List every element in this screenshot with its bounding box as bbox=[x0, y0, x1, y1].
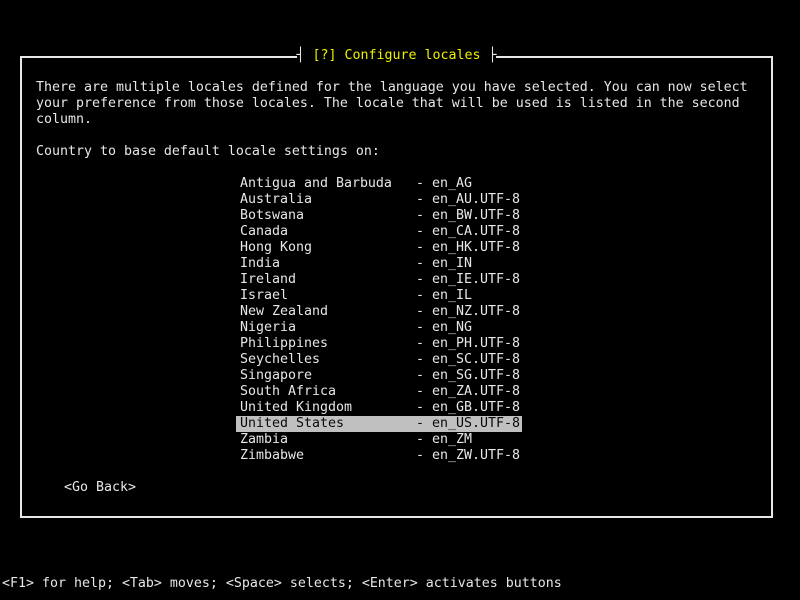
locale-code-label: en_ZM bbox=[432, 432, 472, 447]
locale-option[interactable]: Israel-en_IL bbox=[236, 288, 522, 304]
locale-code-label: en_IN bbox=[432, 256, 472, 271]
locale-separator: - bbox=[416, 192, 432, 208]
locale-separator: - bbox=[416, 240, 432, 256]
locale-separator: - bbox=[416, 352, 432, 368]
locale-option[interactable]: Ireland-en_IE.UTF-8 bbox=[236, 272, 522, 288]
locale-list: Antigua and Barbuda-en_AG Australia-en_A… bbox=[236, 176, 522, 464]
locale-code-label: en_HK.UTF-8 bbox=[432, 240, 520, 255]
locale-country-label: Singapore bbox=[240, 368, 416, 384]
locale-code-label: en_AU.UTF-8 bbox=[432, 192, 520, 207]
locale-code-label: en_IE.UTF-8 bbox=[432, 272, 520, 287]
configure-locales-dialog: ┤[?] Configure locales├ There are multip… bbox=[20, 56, 773, 518]
locale-separator: - bbox=[416, 288, 432, 304]
locale-code-label: en_US.UTF-8 bbox=[432, 416, 520, 431]
locale-code-label: en_IL bbox=[432, 288, 472, 303]
dialog-body-text-line-3: column. bbox=[36, 112, 92, 128]
terminal-screen: ┤[?] Configure locales├ There are multip… bbox=[0, 0, 800, 600]
locale-country-label: Nigeria bbox=[240, 320, 416, 336]
locale-separator: - bbox=[416, 336, 432, 352]
locale-option[interactable]: Seychelles-en_SC.UTF-8 bbox=[236, 352, 522, 368]
locale-prompt-label: Country to base default locale settings … bbox=[36, 144, 380, 160]
locale-country-label: Canada bbox=[240, 224, 416, 240]
locale-option[interactable]: Zimbabwe-en_ZW.UTF-8 bbox=[236, 448, 522, 464]
locale-code-label: en_CA.UTF-8 bbox=[432, 224, 520, 239]
locale-code-label: en_SC.UTF-8 bbox=[432, 352, 520, 367]
locale-code-label: en_NZ.UTF-8 bbox=[432, 304, 520, 319]
locale-separator: - bbox=[416, 176, 432, 192]
locale-separator: - bbox=[416, 448, 432, 464]
locale-country-label: Philippines bbox=[240, 336, 416, 352]
locale-country-label: Zambia bbox=[240, 432, 416, 448]
locale-code-label: en_SG.UTF-8 bbox=[432, 368, 520, 383]
dialog-title: ┤[?] Configure locales├ bbox=[297, 48, 497, 64]
locale-option[interactable]: Zambia-en_ZM bbox=[236, 432, 522, 448]
locale-option[interactable]: Nigeria-en_NG bbox=[236, 320, 522, 336]
locale-separator: - bbox=[416, 368, 432, 384]
title-tick-right-icon: ├ bbox=[488, 48, 496, 63]
locale-country-label: South Africa bbox=[240, 384, 416, 400]
locale-option[interactable]: Antigua and Barbuda-en_AG bbox=[236, 176, 522, 192]
locale-option[interactable]: United Kingdom-en_GB.UTF-8 bbox=[236, 400, 522, 416]
locale-option[interactable]: Australia-en_AU.UTF-8 bbox=[236, 192, 522, 208]
locale-code-label: en_PH.UTF-8 bbox=[432, 336, 520, 351]
locale-country-label: India bbox=[240, 256, 416, 272]
locale-separator: - bbox=[416, 272, 432, 288]
locale-country-label: Antigua and Barbuda bbox=[240, 176, 416, 192]
locale-option[interactable]: Philippines-en_PH.UTF-8 bbox=[236, 336, 522, 352]
locale-option[interactable]: Singapore-en_SG.UTF-8 bbox=[236, 368, 522, 384]
locale-separator: - bbox=[416, 208, 432, 224]
locale-separator: - bbox=[416, 256, 432, 272]
locale-option[interactable]: United States-en_US.UTF-8 bbox=[236, 416, 522, 432]
locale-option[interactable]: India-en_IN bbox=[236, 256, 522, 272]
locale-country-label: Hong Kong bbox=[240, 240, 416, 256]
locale-option[interactable]: Botswana-en_BW.UTF-8 bbox=[236, 208, 522, 224]
locale-country-label: Seychelles bbox=[240, 352, 416, 368]
locale-option[interactable]: Canada-en_CA.UTF-8 bbox=[236, 224, 522, 240]
locale-country-label: Ireland bbox=[240, 272, 416, 288]
locale-country-label: United Kingdom bbox=[240, 400, 416, 416]
go-back-button[interactable]: <Go Back> bbox=[64, 480, 136, 496]
locale-country-label: New Zealand bbox=[240, 304, 416, 320]
locale-separator: - bbox=[416, 416, 432, 432]
locale-separator: - bbox=[416, 320, 432, 336]
locale-option[interactable]: Hong Kong-en_HK.UTF-8 bbox=[236, 240, 522, 256]
locale-code-label: en_NG bbox=[432, 320, 472, 335]
locale-code-label: en_BW.UTF-8 bbox=[432, 208, 520, 223]
footer-help-text: <F1> for help; <Tab> moves; <Space> sele… bbox=[2, 576, 562, 592]
locale-code-label: en_GB.UTF-8 bbox=[432, 400, 520, 415]
locale-country-label: Zimbabwe bbox=[240, 448, 416, 464]
title-tick-left-icon: ┤ bbox=[297, 48, 305, 63]
dialog-body-text-line-1: There are multiple locales defined for t… bbox=[36, 80, 748, 96]
locale-separator: - bbox=[416, 304, 432, 320]
dialog-body-text-line-2: your preference from those locales. The … bbox=[36, 96, 740, 112]
locale-code-label: en_AG bbox=[432, 176, 472, 191]
locale-separator: - bbox=[416, 400, 432, 416]
dialog-title-text: [?] Configure locales bbox=[305, 48, 489, 63]
locale-code-label: en_ZW.UTF-8 bbox=[432, 448, 520, 463]
locale-option[interactable]: South Africa-en_ZA.UTF-8 bbox=[236, 384, 522, 400]
locale-separator: - bbox=[416, 224, 432, 240]
locale-country-label: Israel bbox=[240, 288, 416, 304]
locale-option[interactable]: New Zealand-en_NZ.UTF-8 bbox=[236, 304, 522, 320]
locale-separator: - bbox=[416, 384, 432, 400]
locale-country-label: United States bbox=[240, 416, 416, 432]
locale-code-label: en_ZA.UTF-8 bbox=[432, 384, 520, 399]
locale-country-label: Australia bbox=[240, 192, 416, 208]
locale-separator: - bbox=[416, 432, 432, 448]
locale-country-label: Botswana bbox=[240, 208, 416, 224]
